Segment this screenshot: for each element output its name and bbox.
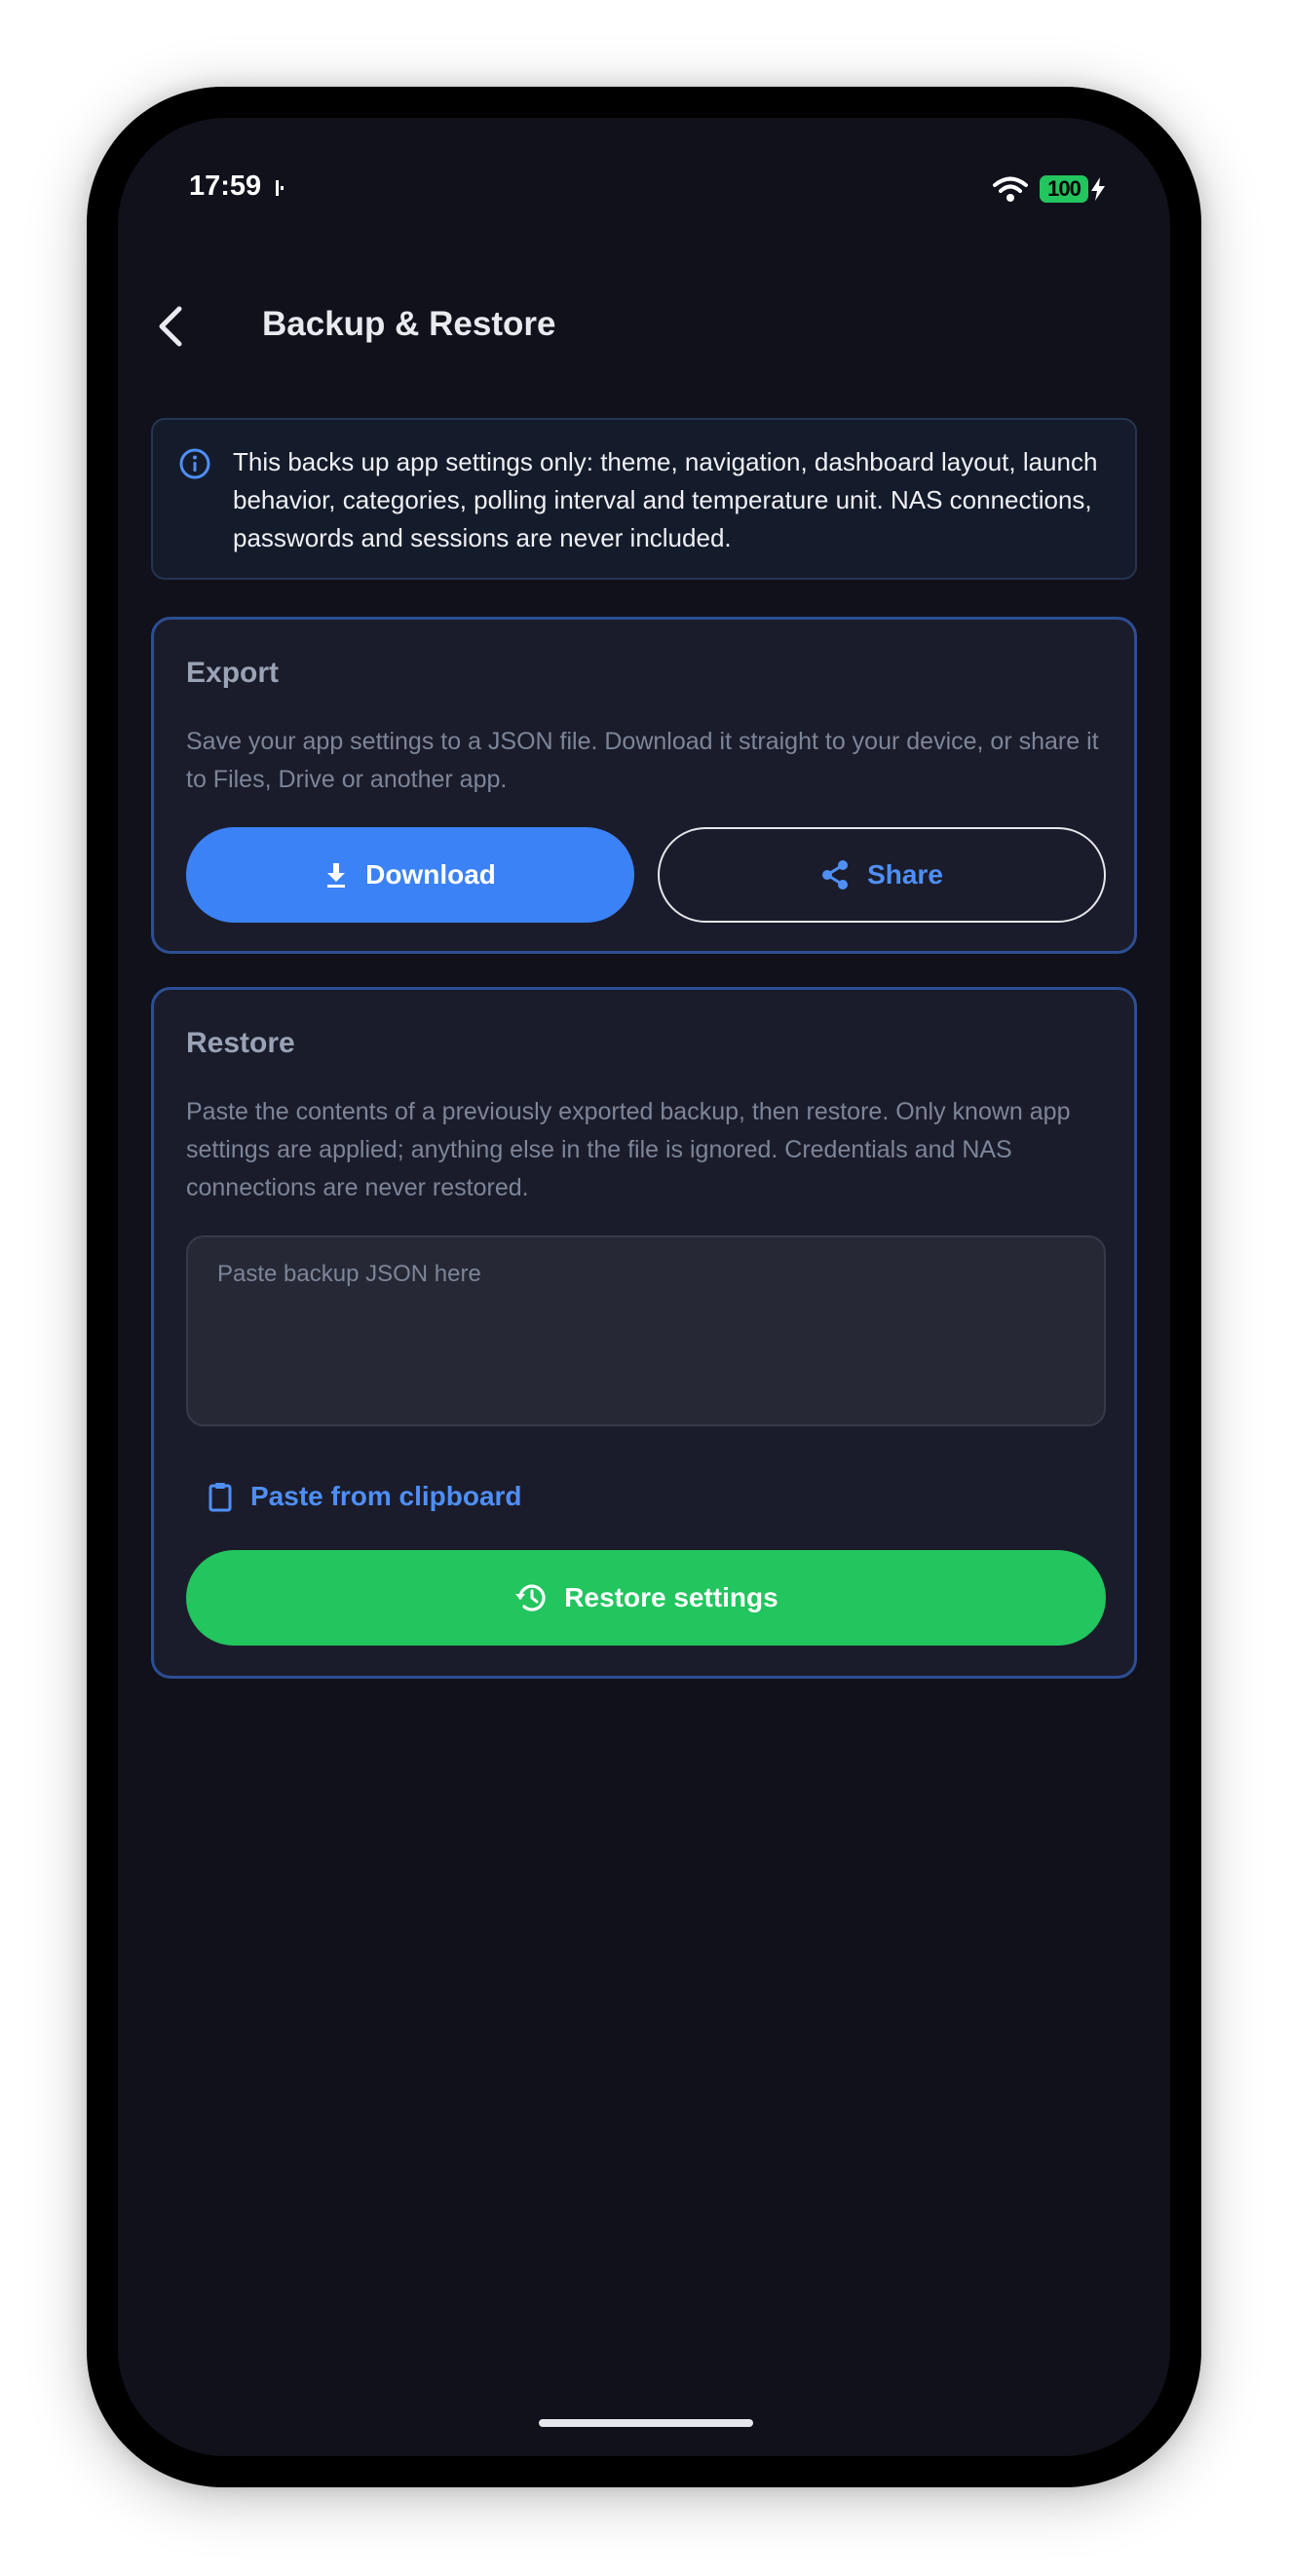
history-icon: [513, 1582, 547, 1613]
chevron-left-icon: [156, 305, 185, 348]
restore-description: Paste the contents of a previously expor…: [186, 1098, 1071, 1201]
export-description: Save your app settings to a JSON file. D…: [186, 728, 1099, 793]
wifi-icon: [993, 176, 1028, 204]
phone-frame: 17:59 100 Backup & Restore This backs up…: [87, 87, 1201, 2487]
export-card: Export Save your app settings to a JSON …: [151, 617, 1137, 954]
sim-icon: [273, 176, 288, 200]
paste-label: Paste from clipboard: [250, 1481, 522, 1511]
status-time: 17:59: [189, 170, 262, 202]
restore-card: Restore Paste the contents of a previous…: [151, 987, 1137, 1679]
share-icon: [820, 859, 850, 890]
share-label: Share: [867, 859, 943, 890]
info-text: This backs up app settings only: theme, …: [233, 447, 1098, 552]
info-circle-icon: [178, 447, 211, 480]
download-icon: [324, 861, 348, 889]
share-button[interactable]: Share: [658, 827, 1106, 923]
restore-settings-button[interactable]: Restore settings: [186, 1550, 1106, 1646]
export-title: Export: [186, 657, 280, 689]
info-notice: This backs up app settings only: theme, …: [151, 418, 1137, 580]
restore-title: Restore: [186, 1027, 295, 1059]
paste-from-clipboard-button[interactable]: Paste from clipboard: [208, 1467, 522, 1526]
back-button[interactable]: [143, 299, 198, 354]
home-indicator[interactable]: [539, 2419, 753, 2427]
clipboard-icon: [208, 1481, 233, 1512]
backup-json-input[interactable]: Paste backup JSON here: [186, 1235, 1106, 1426]
download-button[interactable]: Download: [186, 827, 634, 923]
charging-bolt-icon: [1088, 175, 1108, 203]
restore-label: Restore settings: [564, 1582, 778, 1612]
battery-icon: 100: [1040, 175, 1088, 203]
app-screen: 17:59 100 Backup & Restore This backs up…: [118, 118, 1170, 2456]
page-title: Backup & Restore: [262, 305, 556, 343]
download-label: Download: [365, 859, 496, 890]
